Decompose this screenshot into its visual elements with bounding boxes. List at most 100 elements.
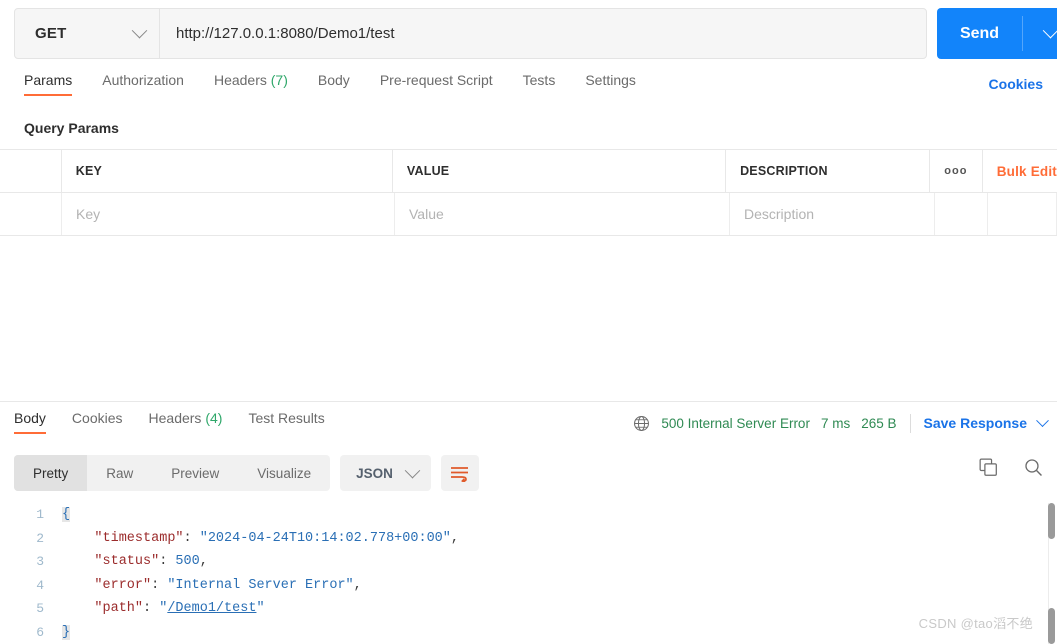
tab-pre-request-script[interactable]: Pre-request Script — [380, 72, 493, 96]
tab-authorization[interactable]: Authorization — [102, 72, 184, 96]
line-number: 6 — [36, 624, 44, 640]
query-params-table: KEY VALUE DESCRIPTION ooo Bulk Edit Key … — [0, 149, 1057, 236]
query-params-title: Query Params — [24, 120, 119, 136]
send-button[interactable]: Send — [937, 8, 1022, 59]
tab-params[interactable]: Params — [24, 72, 73, 96]
row-options[interactable] — [935, 193, 988, 235]
key-placeholder: Key — [76, 206, 101, 222]
request-tabs: Params Authorization Headers (7) Body Pr… — [0, 72, 1057, 110]
tab-label: Cookies — [71, 410, 123, 426]
code-text: } — [62, 624, 71, 640]
code-line: 3 "status": 500, — [0, 550, 1057, 574]
code-line: 4 "error": "Internal Server Error", — [0, 574, 1057, 598]
postman-request-response-view: GET http://127.0.0.1:8080/Demo1/test Sen… — [0, 0, 1057, 644]
tab-label: Authorization — [102, 72, 184, 88]
word-wrap-button[interactable] — [440, 455, 479, 491]
code-text: { — [62, 507, 71, 522]
cookies-link[interactable]: Cookies — [989, 76, 1043, 92]
chevron-down-icon — [404, 462, 421, 478]
code-text: "error": "Internal Server Error", — [94, 577, 362, 593]
table-row: Key Value Description — [0, 193, 1057, 236]
send-button-group: Send — [937, 8, 1057, 59]
header-key: KEY — [62, 150, 393, 192]
row-checkbox[interactable] — [0, 193, 62, 235]
url-text: http://127.0.0.1:8080/Demo1/test — [176, 25, 395, 42]
url-input[interactable]: http://127.0.0.1:8080/Demo1/test — [160, 9, 926, 58]
response-action-icons — [979, 458, 1043, 477]
tab-label: Headers — [213, 72, 267, 88]
save-response-button[interactable]: Save Response — [924, 415, 1028, 431]
json-value: "2024-04-24T10:14:02.778+00:00" — [199, 530, 451, 546]
response-tab-body[interactable]: Body — [14, 410, 46, 434]
headers-count: (7) — [270, 72, 288, 88]
bulk-edit-button[interactable]: Bulk Edit — [997, 164, 1057, 179]
send-options-button[interactable] — [1023, 8, 1057, 59]
value-placeholder: Value — [409, 206, 444, 222]
table-header-row: KEY VALUE DESCRIPTION ooo Bulk Edit — [0, 150, 1057, 193]
json-key: "path" — [94, 601, 144, 616]
json-value: "Internal Server Error" — [167, 577, 354, 593]
http-method-select[interactable]: GET — [15, 9, 160, 58]
params-empty-area — [0, 236, 1057, 402]
code-line: 2 "timestamp": "2024-04-24T10:14:02.778+… — [0, 527, 1057, 551]
tab-tests[interactable]: Tests — [523, 72, 556, 96]
tab-settings[interactable]: Settings — [585, 72, 636, 96]
code-line: 1 { — [0, 503, 1057, 527]
json-path-link[interactable]: /Demo1/test — [167, 601, 256, 616]
response-tab-cookies[interactable]: Cookies — [72, 410, 123, 434]
tab-label: Test Results — [248, 410, 325, 426]
bulk-edit-cell: Bulk Edit — [983, 150, 1057, 192]
status-divider — [909, 413, 911, 433]
json-value: 500 — [175, 554, 200, 569]
globe-icon — [634, 415, 650, 431]
view-mode-preview[interactable]: Preview — [152, 455, 238, 491]
param-key-input[interactable]: Key — [62, 193, 395, 235]
response-body-code[interactable]: 1 { 2 "timestamp": "2024-04-24T10:14:02.… — [0, 503, 1057, 644]
response-scrollbar-thumb-lower[interactable] — [1048, 608, 1055, 644]
ellipsis-icon: ooo — [944, 165, 968, 177]
table-options-button[interactable]: ooo — [930, 150, 983, 192]
line-number: 2 — [36, 530, 44, 546]
tab-label: Settings — [585, 72, 636, 88]
line-number: 5 — [36, 601, 44, 616]
word-wrap-icon — [451, 466, 469, 482]
code-text: "timestamp": "2024-04-24T10:14:02.778+00… — [94, 530, 459, 546]
chevron-down-icon[interactable] — [1036, 413, 1049, 427]
response-time: 7 ms — [820, 415, 851, 431]
tab-label: Headers — [148, 410, 202, 426]
json-key: "error" — [94, 577, 152, 593]
copy-icon[interactable] — [979, 458, 998, 477]
code-text: "path": "/Demo1/test" — [94, 601, 265, 616]
status-code-text: 500 Internal Server Error — [661, 415, 810, 431]
line-number: 4 — [36, 577, 44, 593]
line-number: 1 — [36, 507, 44, 522]
code-line: 6 } — [0, 621, 1057, 644]
search-icon[interactable] — [1024, 458, 1043, 477]
view-mode-raw[interactable]: Raw — [87, 455, 152, 491]
response-view-toolbar: Pretty Raw Preview Visualize JSON — [14, 455, 479, 491]
response-format-select[interactable]: JSON — [340, 455, 431, 491]
response-size: 265 B — [861, 415, 897, 431]
tab-label: Params — [24, 72, 73, 88]
tab-headers[interactable]: Headers (7) — [214, 72, 288, 96]
tab-label: Pre-request Script — [379, 72, 493, 88]
view-mode-pretty[interactable]: Pretty — [14, 455, 88, 491]
response-tab-test-results[interactable]: Test Results — [248, 410, 324, 434]
http-method-label: GET — [35, 25, 67, 42]
response-scrollbar-thumb[interactable] — [1048, 503, 1055, 539]
tab-body[interactable]: Body — [318, 72, 350, 96]
response-tab-headers[interactable]: Headers (4) — [149, 410, 223, 434]
format-label: JSON — [356, 465, 393, 481]
chevron-down-icon — [131, 22, 148, 39]
row-trailing-cell — [988, 193, 1057, 235]
view-mode-segmented: Pretty Raw Preview Visualize — [14, 455, 331, 491]
description-placeholder: Description — [744, 206, 815, 222]
tab-label: Tests — [522, 72, 556, 88]
json-key: "timestamp" — [94, 530, 184, 546]
param-value-input[interactable]: Value — [395, 193, 730, 235]
watermark: CSDN @tao滔不绝 — [918, 616, 1033, 631]
param-description-input[interactable]: Description — [730, 193, 935, 235]
response-tabs: Body Cookies Headers (4) Test Results — [0, 410, 700, 446]
view-mode-visualize[interactable]: Visualize — [238, 455, 330, 491]
chevron-down-icon — [1042, 22, 1057, 39]
